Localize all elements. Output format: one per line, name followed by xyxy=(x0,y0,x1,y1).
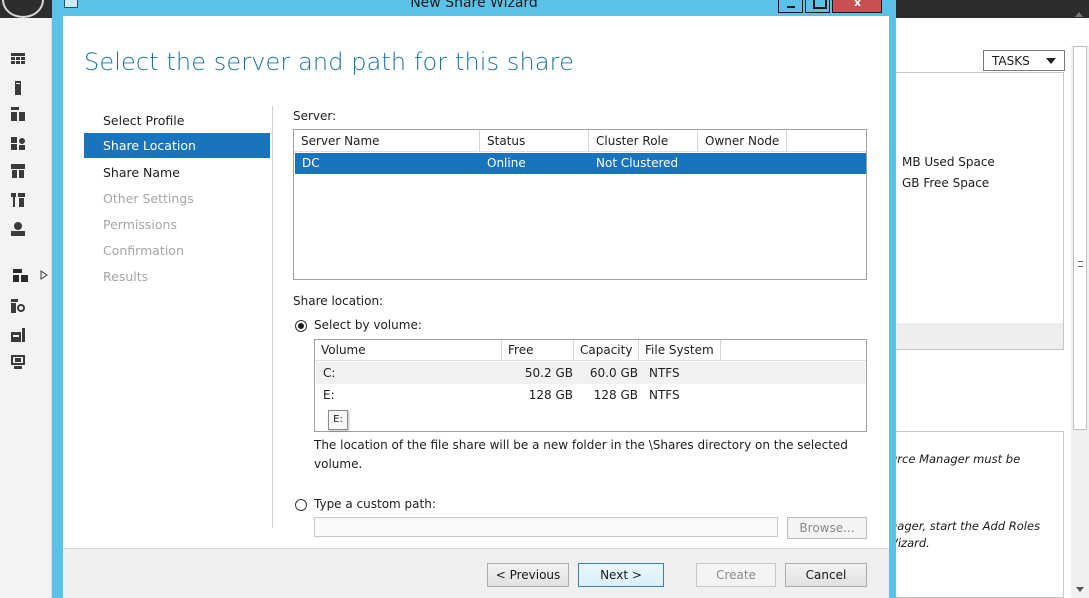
wizard-client-area: Select the server and path for this shar… xyxy=(63,16,889,598)
step-select-profile[interactable]: Select Profile xyxy=(84,108,270,133)
wsus-icon[interactable] xyxy=(10,327,26,343)
column-header-file-system[interactable]: File System xyxy=(639,340,721,361)
server-name-cell: DC xyxy=(302,156,320,170)
scroll-down-icon[interactable] xyxy=(1076,587,1084,592)
file-storage-icon[interactable] xyxy=(12,267,34,283)
requirement-message: urce Manager must be xyxy=(890,452,1021,466)
column-header-volume[interactable]: Volume xyxy=(315,340,502,361)
window-title: New Share Wizard xyxy=(410,0,538,11)
step-other-settings: Other Settings xyxy=(103,191,194,206)
tasks-dropdown[interactable]: TASKS xyxy=(983,50,1065,71)
server-owner-node-cell xyxy=(698,153,705,174)
cancel-button[interactable]: Cancel xyxy=(785,563,867,587)
custom-path-radio[interactable] xyxy=(295,499,307,511)
column-header-free-space[interactable]: Free Space xyxy=(502,340,574,378)
panel-footer-strip xyxy=(890,323,1063,349)
maximize-button[interactable] xyxy=(805,0,830,13)
steps-divider xyxy=(272,106,273,528)
scroll-up-icon[interactable] xyxy=(1075,12,1083,17)
table-row[interactable]: DC Online Not Clustered xyxy=(295,153,866,174)
close-button[interactable] xyxy=(832,0,882,13)
iis-icon[interactable] xyxy=(10,221,26,237)
column-header-status[interactable]: Status xyxy=(480,130,589,152)
free-space-cell: 128 GB xyxy=(528,388,573,402)
step-share-name[interactable]: Share Name xyxy=(84,160,270,185)
dns-icon[interactable] xyxy=(10,163,26,179)
capacity-cell: 60.0 GB xyxy=(589,366,638,380)
scrollbar-grip-icon xyxy=(1078,261,1083,267)
page-title: Select the server and path for this shar… xyxy=(84,48,574,76)
tasks-label: TASKS xyxy=(992,54,1030,68)
column-header-owner-node[interactable]: Owner Node xyxy=(698,130,787,152)
volume-cell: E: xyxy=(323,388,335,402)
step-results: Results xyxy=(103,269,149,284)
column-header-capacity[interactable]: Capacity xyxy=(574,340,639,361)
scrollbar-thumb[interactable] xyxy=(1073,46,1087,430)
vertical-scrollbar[interactable] xyxy=(1071,46,1089,598)
volume-tooltip: E: xyxy=(328,410,348,430)
used-space-text: MB Used Space xyxy=(902,155,995,169)
select-by-volume-label[interactable]: Select by volume: xyxy=(314,318,422,332)
custom-path-input[interactable] xyxy=(314,517,778,537)
server-manager-sidebar xyxy=(0,18,52,598)
column-header-empty xyxy=(721,340,866,361)
share-location-note: The location of the file share will be a… xyxy=(314,438,848,471)
column-header-cluster-role[interactable]: Cluster Role xyxy=(589,130,698,152)
remote-desktop-icon[interactable] xyxy=(10,354,26,370)
next-button[interactable]: Next > xyxy=(578,563,664,587)
server-cluster-role-cell: Not Clustered xyxy=(596,156,679,170)
volume-details-panel: MB Used Space GB Free Space xyxy=(890,72,1064,350)
free-space-text: GB Free Space xyxy=(902,176,990,190)
free-space-cell: 50.2 GB xyxy=(524,366,573,380)
new-share-wizard-window: New Share Wizard Select the server and p… xyxy=(52,0,896,598)
share-location-label: Share location: xyxy=(293,294,384,308)
chevron-down-icon xyxy=(1046,58,1056,64)
select-by-volume-radio[interactable] xyxy=(295,320,307,332)
file-system-cell: NTFS xyxy=(649,366,680,380)
server-table[interactable]: Server Name Status Cluster Role Owner No… xyxy=(293,129,867,280)
file-services-icon[interactable] xyxy=(10,192,26,208)
column-header-server-name[interactable]: Server Name xyxy=(294,130,480,152)
back-button[interactable] xyxy=(2,0,44,18)
previous-button[interactable]: < Previous xyxy=(487,563,569,587)
volume-cell: C: xyxy=(323,366,336,380)
step-share-location[interactable]: Share Location xyxy=(84,133,270,158)
browse-button[interactable]: Browse... xyxy=(787,517,867,539)
local-server-icon[interactable] xyxy=(10,80,26,96)
nav-expand-arrow-icon[interactable] xyxy=(40,269,48,280)
minimize-button[interactable] xyxy=(778,0,803,13)
ad-ds-icon[interactable] xyxy=(10,135,26,151)
server-status-cell: Online xyxy=(487,156,526,170)
capacity-cell: 128 GB xyxy=(593,388,638,402)
step-confirmation: Confirmation xyxy=(103,243,184,258)
file-system-cell: NTFS xyxy=(649,388,680,402)
roles-icon[interactable] xyxy=(10,298,26,314)
column-header-empty xyxy=(787,130,866,152)
step-permissions: Permissions xyxy=(103,217,177,232)
table-row[interactable]: C: 50.2 GB 60.0 GB NTFS xyxy=(316,362,865,384)
create-button[interactable]: Create xyxy=(696,563,776,587)
dashboard-icon[interactable] xyxy=(10,51,26,67)
add-roles-link[interactable]: nager, start the Add Roles xyxy=(890,519,1040,533)
volume-table[interactable]: Volume Free Space Capacity File System C… xyxy=(314,339,867,432)
server-label: Server: xyxy=(293,109,337,123)
custom-path-label[interactable]: Type a custom path: xyxy=(314,497,436,511)
table-row[interactable]: E: 128 GB 128 GB NTFS xyxy=(316,384,865,406)
quota-message-panel: urce Manager must be nager, start the Ad… xyxy=(890,431,1064,598)
all-servers-icon[interactable] xyxy=(10,106,26,122)
